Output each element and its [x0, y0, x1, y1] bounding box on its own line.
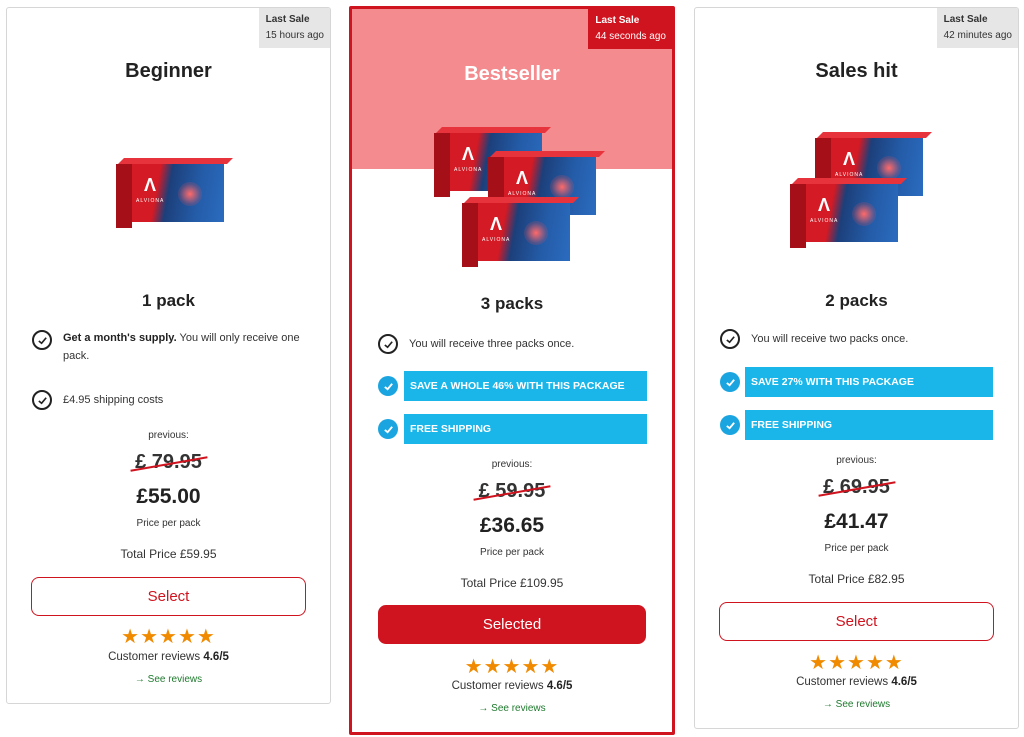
- offer-card-beginner[interactable]: Last Sale 15 hours ago Beginner Λ ALVIONA…: [6, 7, 331, 704]
- star-icon: ★: [464, 656, 484, 678]
- star-icon: ★: [177, 626, 197, 648]
- selected-button[interactable]: Selected: [378, 605, 646, 644]
- card-title: Sales hit: [815, 60, 898, 82]
- last-sale-time: 44 seconds ago: [595, 31, 666, 42]
- star-icon: ★: [540, 656, 560, 678]
- feature-text: Get a month's supply. You will only rece…: [63, 332, 300, 362]
- star-icon: ★: [847, 652, 866, 674]
- product-pack: Λ ALVIONA: [462, 197, 579, 267]
- last-sale-badge: Last Sale 42 minutes ago: [936, 8, 1018, 48]
- total-price: Total Price £109.95: [460, 576, 564, 590]
- previous-label: previous:: [836, 455, 877, 466]
- feature-item: £4.95 shipping costs: [32, 390, 307, 410]
- price-per-pack-label: Price per pack: [480, 547, 544, 558]
- old-price: £ 59.95: [352, 480, 672, 503]
- promo-banner: SAVE A WHOLE 46% WITH THIS PACKAGE: [404, 371, 647, 401]
- old-price: £ 79.95: [7, 451, 330, 474]
- last-sale-time: 42 minutes ago: [943, 30, 1012, 41]
- rating-stars: ★★★★★: [352, 657, 672, 677]
- customer-reviews: Customer reviews 4.6/5: [796, 676, 917, 688]
- select-button[interactable]: Select: [31, 577, 306, 616]
- product-image: Λ ALVIONA Λ ALVIONA: [785, 130, 932, 255]
- arrow-right-icon: →: [822, 699, 833, 710]
- promo-banner: FREE SHIPPING: [404, 414, 647, 444]
- see-reviews-link[interactable]: → See reviews: [7, 674, 330, 685]
- last-sale-label: Last Sale: [943, 14, 988, 25]
- check-icon: [32, 390, 52, 410]
- check-icon: [720, 329, 740, 349]
- star-icon: ★: [809, 652, 829, 674]
- pack-count: 1 pack: [142, 291, 195, 310]
- old-price: £ 69.95: [695, 476, 1018, 499]
- feature-item: You will receive two packs once.: [720, 329, 995, 349]
- price: £36.65: [479, 514, 545, 537]
- star-icon: ★: [196, 626, 216, 648]
- price: £41.47: [824, 510, 889, 533]
- check-icon: [720, 415, 740, 435]
- check-icon: [378, 334, 398, 354]
- arrow-right-icon: →: [478, 703, 489, 714]
- pack-count: 2 packs: [825, 291, 888, 310]
- product-image: Λ ALVIONA Λ ALVIONA Λ ALVIONA: [432, 127, 605, 272]
- offer-card-bestseller[interactable]: Last Sale 44 seconds ago Bestseller Λ ALV…: [349, 6, 675, 735]
- feature-item: You will receive three packs once.: [378, 334, 653, 354]
- last-sale-badge: Last Sale 44 seconds ago: [588, 9, 672, 49]
- check-icon: [720, 372, 740, 392]
- rating-stars: ★★★★★: [7, 627, 330, 647]
- promo-banner: SAVE 27% WITH THIS PACKAGE: [745, 367, 993, 397]
- check-icon: [378, 376, 398, 396]
- feature-text: You will receive three packs once.: [409, 338, 575, 350]
- price-per-pack-label: Price per pack: [824, 543, 889, 554]
- last-sale-time: 15 hours ago: [265, 30, 324, 41]
- price: £55.00: [136, 485, 201, 508]
- star-icon: ★: [483, 656, 503, 678]
- rating-stars: ★★★★★: [695, 653, 1018, 673]
- select-button[interactable]: Select: [719, 602, 994, 641]
- check-icon: [378, 419, 398, 439]
- star-icon: ★: [828, 652, 848, 674]
- star-icon: ★: [140, 626, 160, 648]
- star-icon: ★: [159, 626, 178, 648]
- total-price: Total Price £82.95: [808, 572, 905, 586]
- star-icon: ★: [121, 626, 141, 648]
- see-reviews-link[interactable]: → See reviews: [352, 703, 672, 714]
- feature-text: £4.95 shipping costs: [63, 394, 164, 406]
- star-icon: ★: [884, 652, 904, 674]
- star-icon: ★: [502, 656, 522, 678]
- product-pack: Λ ALVIONA: [790, 178, 907, 248]
- total-price: Total Price £59.95: [120, 547, 217, 561]
- last-sale-label: Last Sale: [595, 15, 640, 26]
- pack-count: 3 packs: [480, 294, 544, 313]
- star-icon: ★: [521, 656, 541, 678]
- product-image: Λ ALVIONA: [114, 158, 234, 238]
- promo-banner: FREE SHIPPING: [745, 410, 993, 440]
- price-per-pack-label: Price per pack: [136, 518, 201, 529]
- last-sale-badge: Last Sale 15 hours ago: [258, 8, 330, 48]
- last-sale-label: Last Sale: [265, 14, 310, 25]
- previous-label: previous:: [491, 459, 533, 470]
- arrow-right-icon: →: [134, 674, 145, 685]
- star-icon: ★: [865, 652, 885, 674]
- check-icon: [32, 330, 52, 350]
- offer-card-sales-hit[interactable]: Last Sale 42 minutes ago Sales hit Λ ALVI…: [694, 7, 1019, 729]
- card-title: Bestseller: [464, 63, 560, 85]
- product-pack: Λ ALVIONA: [116, 158, 233, 228]
- feature-item: Get a month's supply. You will only rece…: [32, 330, 307, 365]
- see-reviews-link[interactable]: → See reviews: [695, 699, 1018, 710]
- previous-label: previous:: [148, 430, 189, 441]
- feature-text: You will receive two packs once.: [751, 333, 909, 345]
- customer-reviews: Customer reviews 4.6/5: [451, 680, 573, 692]
- card-title: Beginner: [125, 60, 212, 82]
- customer-reviews: Customer reviews 4.6/5: [108, 651, 229, 663]
